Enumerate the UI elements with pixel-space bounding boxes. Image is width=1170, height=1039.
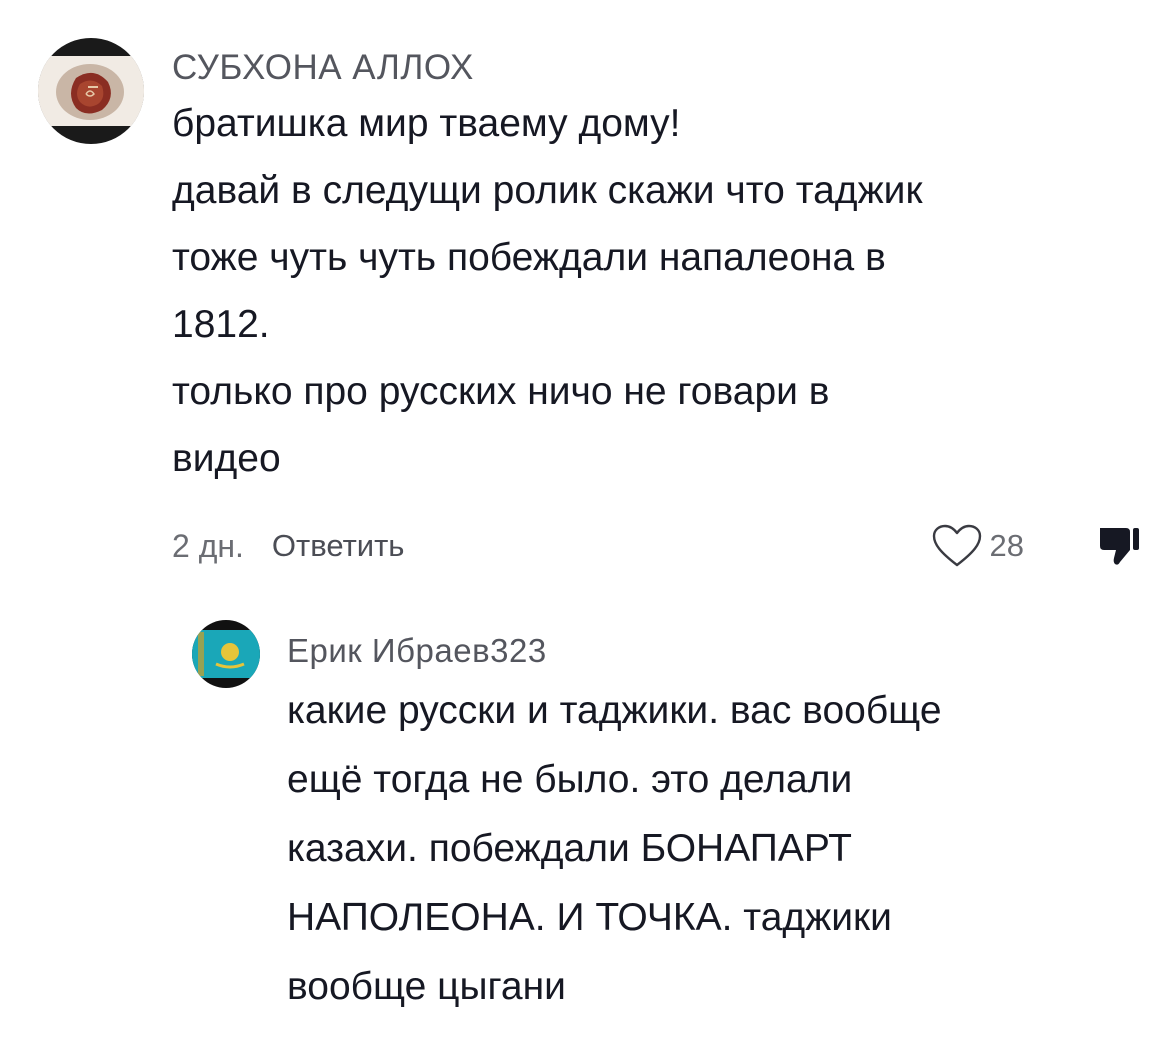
avatar-kazakhstan-flag-icon — [192, 620, 260, 688]
comment-username[interactable]: Ерик Ибраев323 — [287, 632, 1147, 670]
avatar-photo-icon — [38, 38, 144, 144]
reply-button[interactable]: Ответить — [272, 528, 405, 564]
avatar[interactable] — [192, 620, 260, 688]
like-count: 28 — [989, 528, 1024, 563]
comment-text: братишка мир тваему дому! давай в следущ… — [172, 102, 923, 480]
comment-username[interactable]: СУБХОНА АЛЛОХ — [172, 48, 1142, 88]
comment-text: какие русски и таджики. вас вообще ещё т… — [287, 689, 942, 1008]
thumbs-down-icon — [1100, 528, 1139, 565]
like-button[interactable]: 28 — [932, 524, 1094, 568]
dislike-button[interactable] — [1094, 522, 1142, 570]
comment-actions: 2 дн. Ответить 28 — [172, 516, 1142, 576]
avatar[interactable] — [38, 38, 144, 144]
heart-outline-icon — [932, 524, 981, 567]
comment-date: 2 дн. — [172, 527, 244, 564]
